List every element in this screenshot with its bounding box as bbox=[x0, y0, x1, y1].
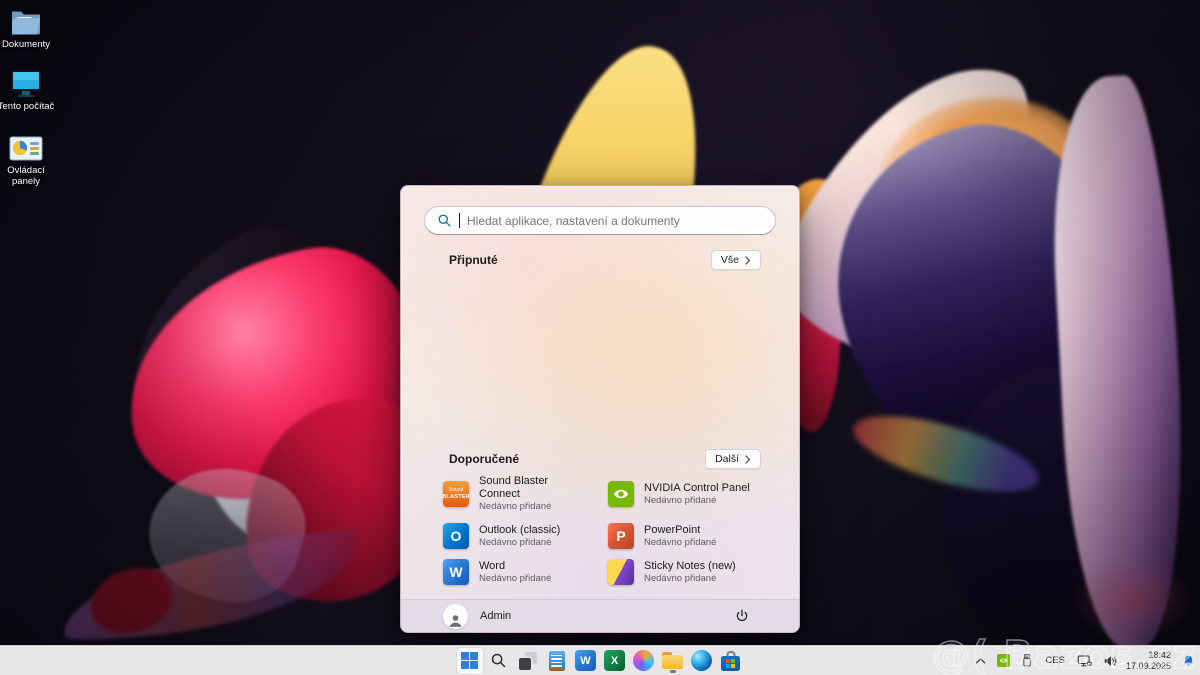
nvidia-tray-button[interactable] bbox=[995, 652, 1012, 669]
notification-bell-icon bbox=[1182, 654, 1195, 668]
start-button[interactable] bbox=[457, 648, 483, 674]
word-icon: W bbox=[575, 650, 596, 671]
edge-button[interactable] bbox=[689, 648, 715, 674]
chevron-right-icon bbox=[745, 256, 751, 265]
date: 17.09.2025 bbox=[1126, 661, 1171, 672]
windows-logo-icon bbox=[461, 652, 478, 669]
running-indicator bbox=[670, 670, 676, 673]
start-menu: Připnuté Vše Doporučené Další Sound BLAS… bbox=[400, 185, 800, 633]
avatar bbox=[443, 604, 468, 629]
pinned-all-button[interactable]: Vše bbox=[711, 250, 761, 270]
desktop-icon-label: Ovládací panely bbox=[0, 165, 52, 187]
time: 18:42 bbox=[1126, 650, 1171, 661]
network-button[interactable] bbox=[1075, 652, 1094, 670]
app-status: Nedávno přidané bbox=[479, 537, 560, 549]
recommended-item-nvidia[interactable]: NVIDIA Control Panel Nedávno přidané bbox=[602, 472, 763, 516]
recommended-item-outlook[interactable]: O Outlook (classic) Nedávno přidané bbox=[437, 520, 598, 552]
task-view-button[interactable] bbox=[515, 648, 541, 674]
word-icon: W bbox=[443, 559, 469, 585]
task-view-icon bbox=[519, 652, 537, 670]
clock[interactable]: 18:42 17.09.2025 bbox=[1126, 650, 1171, 671]
app-status: Nedávno přidané bbox=[644, 495, 750, 507]
file-explorer-button[interactable] bbox=[660, 648, 686, 674]
recommended-item-powerpoint[interactable]: P PowerPoint Nedávno přidané bbox=[602, 520, 763, 552]
sound-blaster-connect-icon: Sound BLASTER bbox=[443, 481, 469, 507]
nvidia-tray-icon bbox=[997, 654, 1010, 667]
recommended-item-word[interactable]: W Word Nedávno přidané bbox=[437, 556, 598, 588]
usb-device-icon bbox=[1021, 653, 1033, 668]
language-indicator[interactable]: CES bbox=[1042, 653, 1068, 668]
start-menu-user-bar: Admin bbox=[401, 599, 799, 632]
pinned-section-title: Připnuté bbox=[449, 253, 498, 267]
notebook-app-button[interactable] bbox=[544, 648, 570, 674]
search-icon bbox=[490, 652, 507, 669]
excel-icon: X bbox=[604, 650, 625, 671]
network-display-icon bbox=[1077, 654, 1092, 668]
recommended-item-sound-blaster[interactable]: Sound BLASTER Sound Blaster Connect Nedá… bbox=[437, 472, 598, 516]
excel-button[interactable]: X bbox=[602, 648, 628, 674]
desktop-icon-control-panel[interactable]: Ovládací panely bbox=[0, 136, 52, 187]
control-panel-icon bbox=[9, 136, 43, 162]
desktop-icon-documents[interactable]: Dokumenty bbox=[0, 8, 52, 50]
copilot-button[interactable] bbox=[631, 648, 657, 674]
system-tray: CES 18:42 17.09.2025 bbox=[973, 646, 1197, 675]
copilot-icon bbox=[633, 650, 654, 671]
search-icon bbox=[437, 213, 452, 228]
recommended-more-button[interactable]: Další bbox=[705, 449, 761, 469]
chevron-up-icon bbox=[975, 657, 986, 665]
app-name: Sound Blaster Connect bbox=[479, 475, 592, 501]
documents-folder-icon bbox=[10, 8, 42, 36]
sticky-notes-icon bbox=[608, 559, 634, 585]
safely-remove-hardware-button[interactable] bbox=[1019, 651, 1035, 670]
taskbar: W X bbox=[0, 645, 1200, 675]
search-input[interactable] bbox=[467, 214, 763, 228]
hidden-icons-button[interactable] bbox=[973, 655, 988, 667]
speaker-icon bbox=[1103, 654, 1117, 668]
notebook-icon bbox=[549, 651, 565, 671]
outlook-icon: O bbox=[443, 523, 469, 549]
app-name: Sticky Notes (new) bbox=[644, 560, 736, 573]
app-name: NVIDIA Control Panel bbox=[644, 482, 750, 495]
microsoft-store-icon bbox=[721, 651, 740, 671]
app-name: PowerPoint bbox=[644, 524, 716, 537]
desktop-icon-label: Dokumenty bbox=[2, 39, 50, 50]
app-name: Word bbox=[479, 560, 551, 573]
nvidia-control-panel-icon bbox=[608, 481, 634, 507]
powerpoint-icon: P bbox=[608, 523, 634, 549]
text-cursor bbox=[459, 213, 460, 228]
app-status: Nedávno přidané bbox=[479, 573, 551, 585]
taskbar-search-button[interactable] bbox=[486, 648, 512, 674]
volume-button[interactable] bbox=[1101, 652, 1119, 670]
desktop-icon-label: Tento počítač bbox=[0, 101, 54, 112]
power-button[interactable] bbox=[729, 603, 755, 629]
recommended-section-title: Doporučené bbox=[449, 452, 519, 466]
person-icon bbox=[447, 612, 464, 629]
user-name: Admin bbox=[480, 610, 511, 622]
chevron-right-icon bbox=[745, 455, 751, 464]
recommended-item-sticky-notes[interactable]: Sticky Notes (new) Nedávno přidané bbox=[602, 556, 763, 588]
app-name: Outlook (classic) bbox=[479, 524, 560, 537]
start-search-box[interactable] bbox=[424, 206, 776, 235]
this-pc-monitor-icon bbox=[9, 68, 43, 98]
edge-icon bbox=[691, 650, 712, 671]
recommended-grid: Sound BLASTER Sound Blaster Connect Nedá… bbox=[437, 472, 763, 588]
wallpaper-right-petal-glow bbox=[1072, 558, 1194, 640]
word-button[interactable]: W bbox=[573, 648, 599, 674]
app-status: Nedávno přidané bbox=[644, 537, 716, 549]
user-profile-button[interactable]: Admin bbox=[443, 604, 511, 629]
file-explorer-icon bbox=[662, 652, 683, 669]
notifications-button[interactable] bbox=[1180, 652, 1197, 670]
app-status: Nedávno přidané bbox=[479, 501, 592, 513]
store-button[interactable] bbox=[718, 648, 744, 674]
power-icon bbox=[735, 609, 749, 623]
app-status: Nedávno přidané bbox=[644, 573, 736, 585]
desktop-icon-this-pc[interactable]: Tento počítač bbox=[0, 68, 52, 112]
